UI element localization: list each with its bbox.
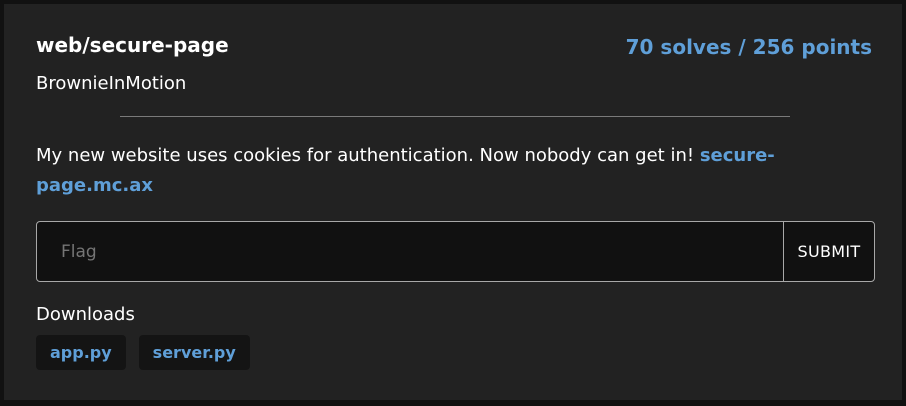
- divider: [120, 116, 790, 117]
- downloads-list: app.py server.py: [36, 335, 250, 370]
- description-text: My new website uses cookies for authenti…: [36, 145, 695, 166]
- challenge-stats: 70 solves / 256 points: [625, 35, 872, 59]
- downloads-label: Downloads: [36, 304, 135, 325]
- download-server-py[interactable]: server.py: [138, 335, 250, 370]
- challenge-title: web/secure-page: [36, 33, 229, 57]
- challenge-description: My new website uses cookies for authenti…: [36, 141, 856, 201]
- flag-input[interactable]: [37, 222, 783, 281]
- challenge-author: BrownieInMotion: [36, 73, 187, 94]
- submit-button[interactable]: SUBMIT: [783, 222, 874, 281]
- flag-form: SUBMIT: [36, 221, 875, 282]
- challenge-card: web/secure-page 70 solves / 256 points B…: [4, 4, 902, 400]
- download-app-py[interactable]: app.py: [36, 335, 126, 370]
